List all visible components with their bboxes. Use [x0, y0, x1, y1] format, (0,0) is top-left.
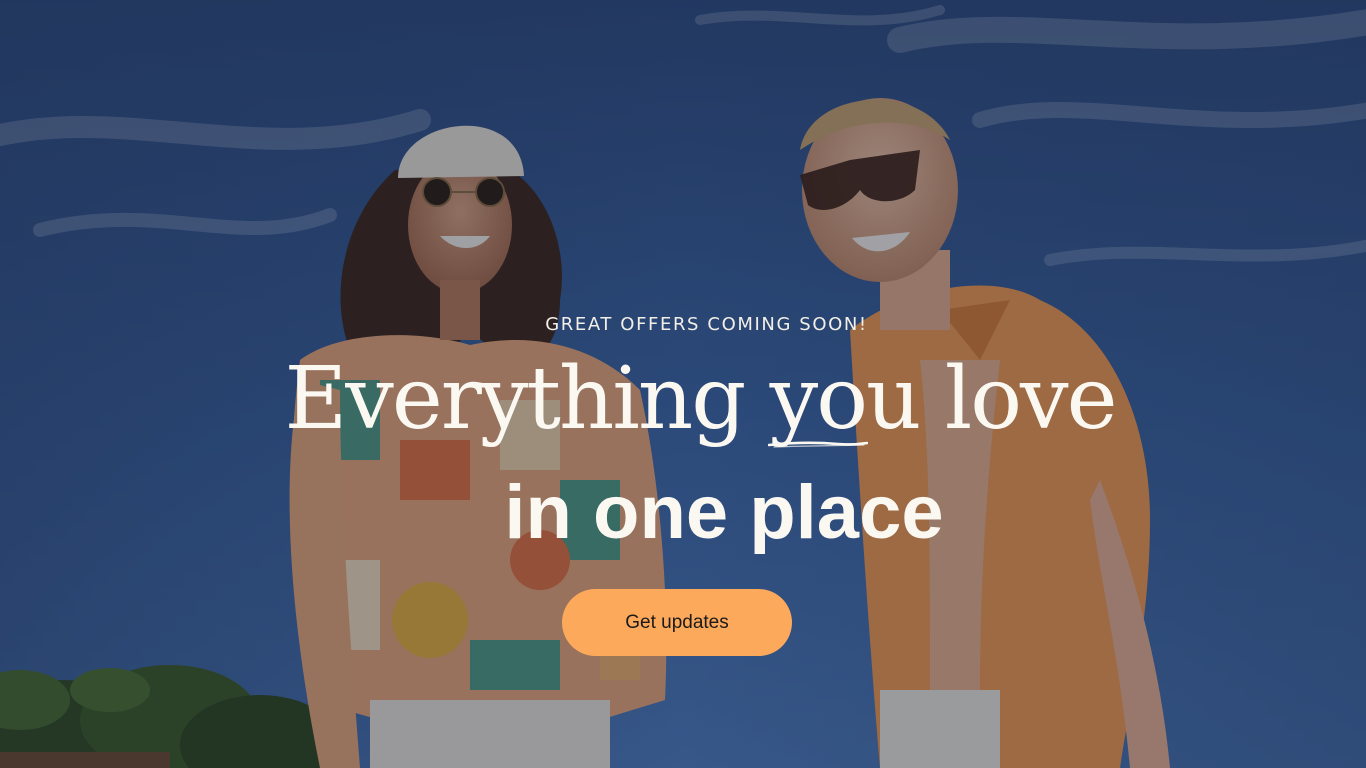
- get-updates-button[interactable]: Get updates: [562, 589, 792, 656]
- headline-line-2: in one place: [504, 470, 944, 555]
- hero-content: GREAT OFFERS COMING SOON! Everything you…: [0, 0, 1366, 768]
- hero-section: GREAT OFFERS COMING SOON! Everything you…: [0, 0, 1366, 768]
- headline-emphasis: you: [767, 356, 921, 448]
- headline-text-before: Everything: [284, 349, 770, 449]
- headline-text-after: love: [919, 349, 1118, 449]
- headline-emphasis-text: you: [769, 349, 922, 449]
- headline-line-1: Everything you love: [0, 356, 1366, 448]
- eyebrow-text: GREAT OFFERS COMING SOON!: [545, 314, 868, 335]
